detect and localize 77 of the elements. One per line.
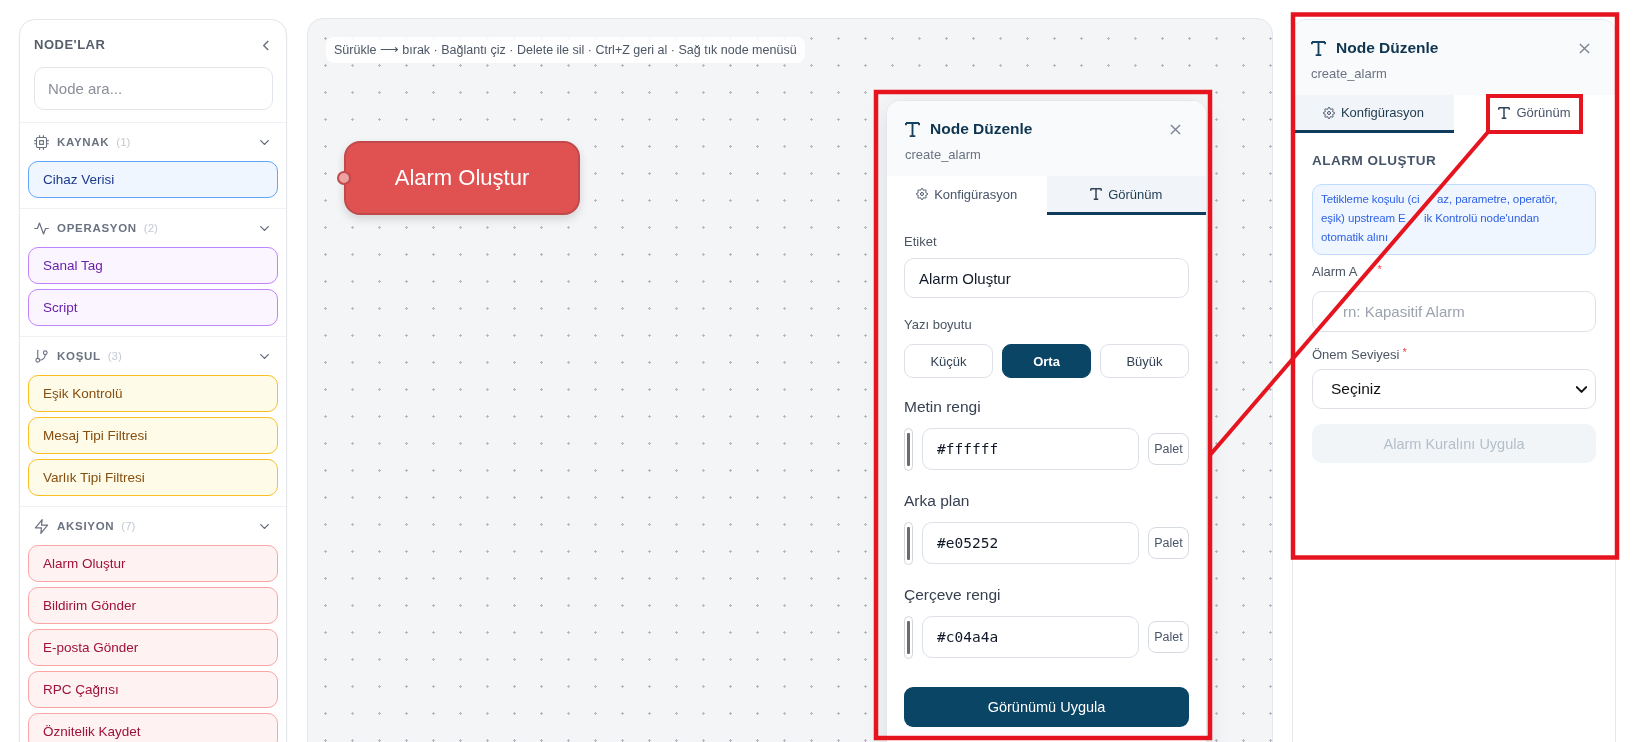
group-title: OPERASYON xyxy=(57,222,137,234)
flow-canvas[interactable] xyxy=(307,18,1273,742)
required-mark: * xyxy=(1377,263,1382,275)
group-title: KAYNAK xyxy=(57,136,110,148)
search-field[interactable]: Node ara... xyxy=(34,67,273,110)
flow-node[interactable]: Alarm Oluştur xyxy=(344,141,580,215)
color-picker[interactable] xyxy=(904,615,913,659)
severity-select[interactable]: Seçiniz xyxy=(1312,369,1596,409)
size-option[interactable]: Büyük xyxy=(1100,344,1189,378)
lightning-icon xyxy=(34,518,49,534)
node-item[interactable]: RPC Çağrısı xyxy=(28,671,278,708)
tab[interactable]: Konfigürasyon xyxy=(1293,95,1454,133)
gear-icon xyxy=(916,188,929,200)
group-count: (3) xyxy=(107,350,122,362)
panel-title: Node Düzenle xyxy=(930,120,1033,138)
branch-icon xyxy=(34,348,49,364)
text-icon xyxy=(1090,188,1103,200)
chevron-down-icon[interactable] xyxy=(260,225,269,231)
tab[interactable]: Konfigürasyon xyxy=(887,176,1047,215)
field-label: Önem Seviyesi xyxy=(1312,346,1400,364)
node-item[interactable]: Sanal Tag xyxy=(28,247,278,284)
panel-title: Node Düzenle xyxy=(1336,39,1439,57)
collapse-icon[interactable] xyxy=(263,39,269,51)
node-item[interactable]: Eşik Kontrolü xyxy=(28,375,278,412)
group-title: AKSIYON xyxy=(57,520,115,532)
close-icon[interactable] xyxy=(1170,123,1181,135)
group-count: (1) xyxy=(116,136,131,148)
node-item[interactable]: Mesaj Tipi Filtresi xyxy=(28,417,278,454)
color-field[interactable]: #ffffff xyxy=(922,428,1139,470)
field-label: Etiket xyxy=(904,233,938,251)
node-item[interactable]: Alarm Oluştur xyxy=(28,545,278,582)
section-title: ALARM OLUŞTUR xyxy=(1312,152,1438,170)
node-id: create_alarm xyxy=(905,147,982,163)
gear-icon xyxy=(1322,106,1335,119)
node-item[interactable]: E-posta Gönder xyxy=(28,629,278,666)
info-note: Tetikleme koşulu (ci az, parametre, operatör, eşik) upstream E ik Kontrolü node'undan otomatik alını xyxy=(1312,184,1596,255)
node-item[interactable]: Cihaz Verisi xyxy=(28,161,278,198)
required-mark: * xyxy=(1402,346,1407,358)
apply-button[interactable]: Görünümü Uygula xyxy=(904,687,1189,727)
color-picker[interactable] xyxy=(904,427,913,471)
field-label: Alarm A xyxy=(1312,263,1358,281)
close-icon[interactable] xyxy=(1579,42,1590,54)
group-count: (2) xyxy=(143,222,158,234)
chevron-down-icon[interactable] xyxy=(260,139,269,145)
size-option[interactable]: Orta xyxy=(1002,344,1091,378)
chevron-down-icon[interactable] xyxy=(260,523,269,529)
node-id: create_alarm xyxy=(1311,66,1388,82)
field-label: Yazı boyutu xyxy=(904,316,973,334)
pulse-icon xyxy=(34,220,49,236)
canvas-hint: Sürükle ⟶ bırak · Bağlantı çiz · Delete ile sil · Ctrl+Z geri al · Sağ tık node menüsü xyxy=(326,37,805,63)
palette-button[interactable]: Palet xyxy=(1148,621,1189,653)
palette-button[interactable]: Palet xyxy=(1148,527,1189,559)
color-picker[interactable] xyxy=(904,521,913,565)
group-count: (7) xyxy=(121,520,136,532)
group-title: KOŞUL xyxy=(57,350,101,362)
text-icon xyxy=(905,121,920,137)
size-option[interactable]: Küçük xyxy=(904,344,993,378)
chip-icon xyxy=(34,134,49,150)
chevron-down-icon[interactable] xyxy=(260,353,269,359)
input-port[interactable] xyxy=(337,171,351,185)
chevron-down-icon xyxy=(1576,385,1587,393)
color-field[interactable]: #e05252 xyxy=(922,522,1139,564)
text-icon xyxy=(1311,40,1326,56)
node-item[interactable]: Script xyxy=(28,289,278,326)
node-item[interactable]: Öznitelik Kaydet xyxy=(28,713,278,742)
node-item[interactable]: Bildirim Gönder xyxy=(28,587,278,624)
field-label: Çerçeve rengi xyxy=(904,585,1002,605)
field-label: Arka plan xyxy=(904,491,971,511)
label-field[interactable]: Alarm Oluştur xyxy=(904,258,1189,298)
color-field[interactable]: #c04a4a xyxy=(922,616,1139,658)
node-item[interactable]: Varlık Tipi Filtresi xyxy=(28,459,278,496)
palette-button[interactable]: Palet xyxy=(1148,433,1189,465)
tab[interactable]: Görünüm xyxy=(1046,176,1206,215)
sidebar-title: NODE'LAR xyxy=(34,36,106,54)
text-icon xyxy=(1498,106,1511,119)
field-label: Metin rengi xyxy=(904,397,982,417)
name-field[interactable]: rn: Kapasitif Alarm xyxy=(1312,291,1596,332)
